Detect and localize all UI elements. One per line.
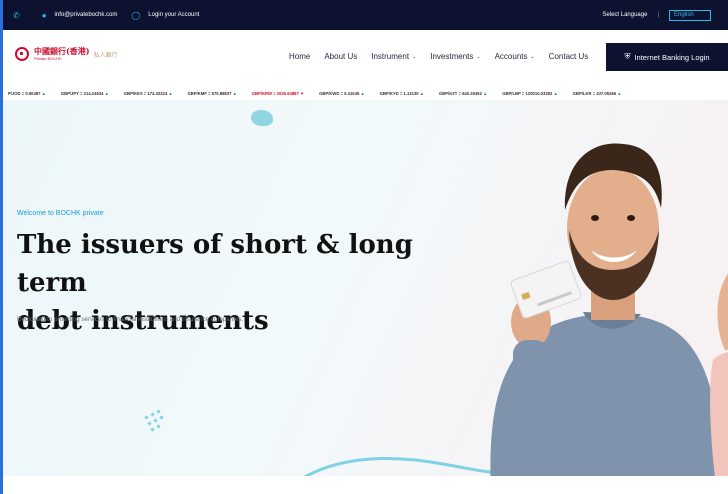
- logo-sub: Private BOCHK: [34, 56, 62, 61]
- hero-secondary-person: [710, 274, 728, 494]
- nav-contact[interactable]: Contact Us: [549, 52, 589, 61]
- divider: |: [657, 12, 659, 18]
- hero-person-image: [490, 143, 721, 494]
- top-bar: ✆ ● info@privatebochk.com ◯ Login your A…: [3, 0, 728, 30]
- chevron-down-icon: ⌄: [530, 53, 535, 60]
- main-nav: Home About Us Instrument ⌄ Investments ⌄…: [289, 52, 602, 61]
- logo-tag: 私人銀行: [93, 52, 118, 59]
- login-account-link[interactable]: ◯ Login your Account: [131, 11, 199, 20]
- shield-icon: ⛨: [624, 52, 631, 61]
- ticker-item: P/JOD = 0.90487 ▲: [8, 90, 46, 96]
- language-value: English: [674, 12, 694, 18]
- language-select[interactable]: English: [669, 9, 711, 21]
- internet-banking-label: Internet Banking Login: [634, 52, 710, 62]
- main-header: 中國銀行(香港) Private BOCHK 私人銀行 Home About U…: [3, 30, 728, 86]
- hero-subtitle: Dedicated to providing services to finan…: [17, 316, 244, 323]
- ticker-item: GBP/KRW = 2026.94887 ▼: [251, 90, 305, 96]
- user-circle-icon: ◯: [131, 10, 141, 20]
- nav-accounts-label: Accounts: [494, 52, 528, 61]
- chevron-down-icon: ⌄: [412, 53, 417, 60]
- email-icon: ●: [41, 10, 47, 20]
- ticker-item: GBP/LKR = 437.05266 ▲: [572, 90, 622, 96]
- brand-logo[interactable]: 中國銀行(香港) Private BOCHK 私人銀行: [15, 47, 118, 61]
- ticker-item: GBP/JPY = 214.24634 ▲: [60, 90, 109, 96]
- nav-instrument[interactable]: Instrument ⌄: [371, 52, 416, 61]
- ticker-item: GBP/LBP = 120010.03292 ▲: [502, 90, 558, 96]
- login-text: Login your Account: [148, 12, 200, 18]
- ticker-item: GBP/KMF = 570.88837 ▲: [187, 90, 237, 96]
- chevron-down-icon: ⌄: [476, 53, 481, 60]
- phone-icon: ✆: [13, 10, 20, 20]
- logo-text: 中國銀行(香港): [34, 46, 90, 56]
- email-text: info@privatebochk.com: [54, 12, 118, 18]
- decorative-blob: [251, 110, 273, 126]
- nav-investments[interactable]: Investments ⌄: [430, 52, 480, 61]
- nav-home[interactable]: Home: [289, 52, 310, 61]
- page-frame: ✆ ● info@privatebochk.com ◯ Login your A…: [0, 0, 728, 494]
- select-language-label: Select Language: [602, 12, 648, 18]
- ticker-item: GBP/KWD = 0.41045 ▲: [319, 90, 365, 96]
- nav-investments-label: Investments: [430, 52, 474, 61]
- ticker-item: GBP/KYD = 1.13130 ▲: [379, 90, 424, 96]
- email-contact[interactable]: ● info@privatebochk.com: [42, 11, 118, 20]
- section-divider: [3, 476, 728, 494]
- ticker-item: GBP/KZT = 640.26362 ▲: [438, 90, 488, 96]
- phone-contact[interactable]: ✆: [13, 11, 28, 20]
- hero-welcome: Welcome to BOCHK private: [17, 210, 104, 217]
- boc-logo-icon: [15, 47, 29, 61]
- currency-ticker: P/JOD = 0.90487 ▲ GBP/JPY = 214.24634 ▲ …: [3, 86, 728, 100]
- ticker-item: GBP/KES = 174.32224 ▲: [123, 90, 173, 96]
- nav-about[interactable]: About Us: [324, 52, 357, 61]
- nav-instrument-label: Instrument: [371, 52, 410, 61]
- internet-banking-login-button[interactable]: ⛨ Internet Banking Login: [606, 43, 728, 71]
- hero-title-line1: The issuers of short & long term: [17, 230, 413, 298]
- nav-accounts[interactable]: Accounts ⌄: [495, 52, 535, 61]
